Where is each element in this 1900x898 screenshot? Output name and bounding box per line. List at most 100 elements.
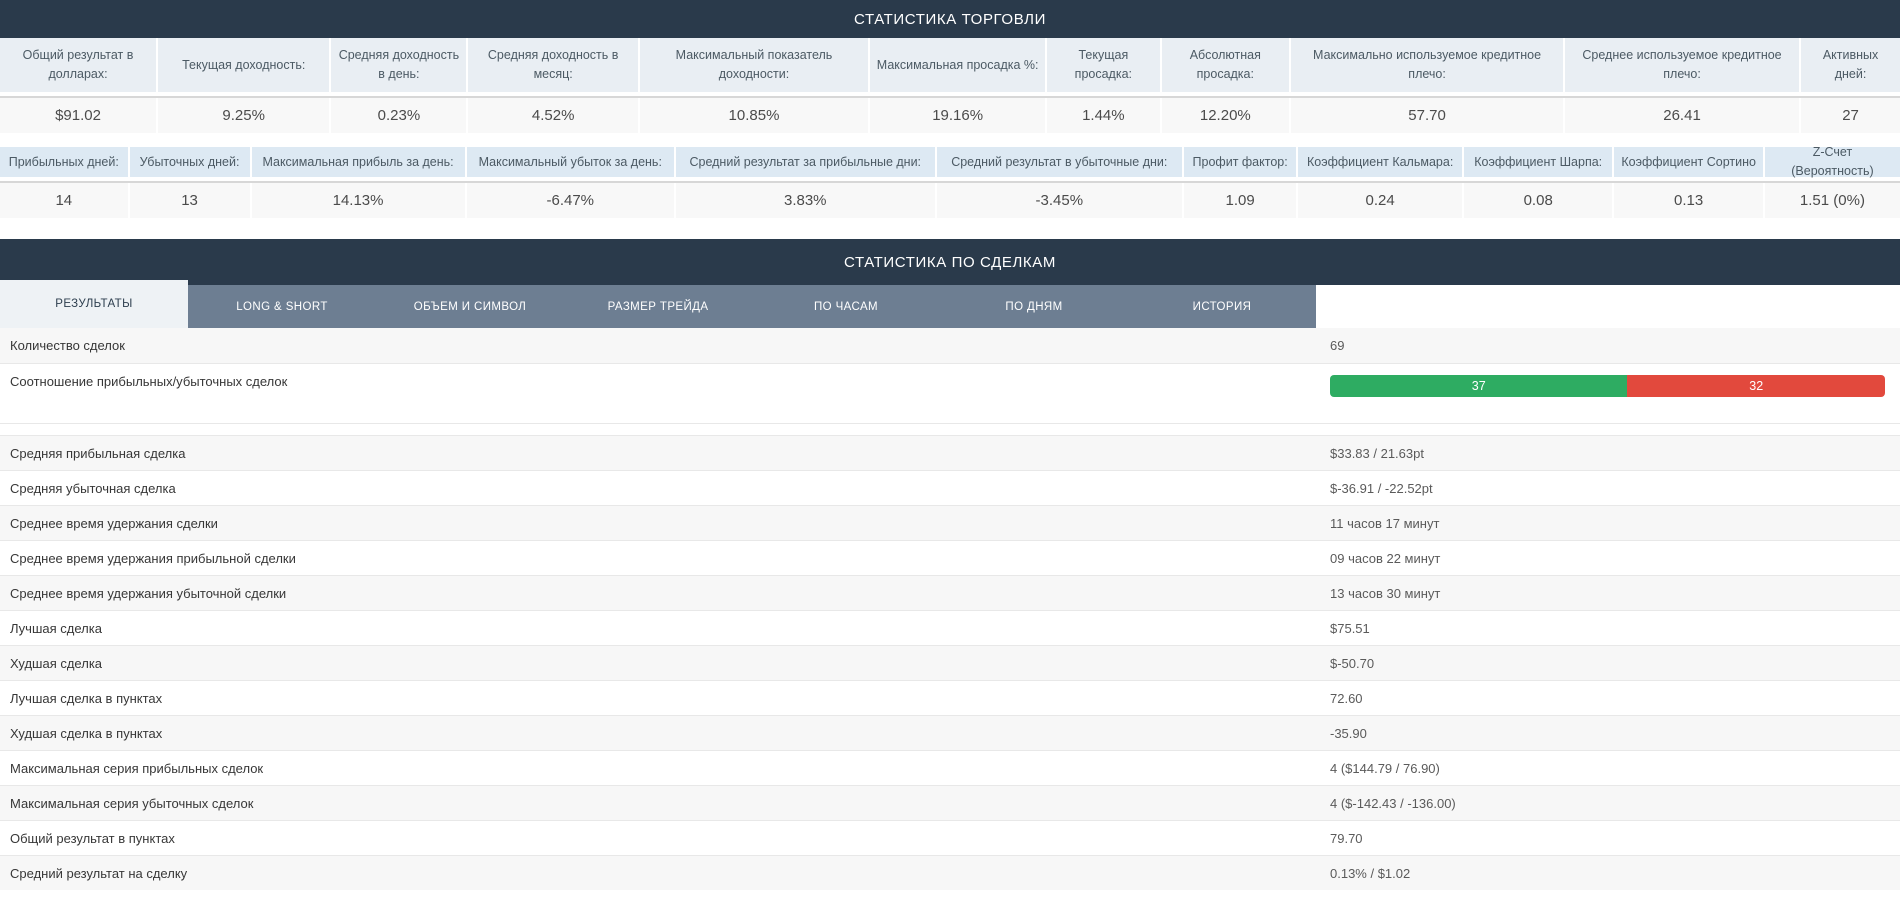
row-value: 79.70 xyxy=(1330,821,1900,855)
row-value: 09 часов 22 минут xyxy=(1330,541,1900,575)
stat-value-r1-1: 9.25% xyxy=(158,98,329,133)
table-row: Соотношение прибыльных/убыточных сделок3… xyxy=(0,363,1900,423)
tab-размер-трейда[interactable]: РАЗМЕР ТРЕЙДА xyxy=(564,285,752,328)
row-label: Максимальная серия прибыльных сделок xyxy=(0,751,1330,785)
stat-label-r2-9: Коэффициент Сортино xyxy=(1614,147,1762,177)
stat-value-r2-5: -3.45% xyxy=(937,183,1182,218)
stat-value-r1-2: 0.23% xyxy=(331,98,466,133)
stat-label-r2-2: Максимальная прибыль за день: xyxy=(252,147,465,177)
tab-по-часам[interactable]: ПО ЧАСАМ xyxy=(752,285,940,328)
stat-label-r2-1: Убыточных дней: xyxy=(130,147,250,177)
trade-stats-table: Количество сделок69Соотношение прибыльны… xyxy=(0,328,1900,890)
stat-value-r1-10: 27 xyxy=(1801,98,1900,133)
stat-value-r2-0: 14 xyxy=(0,183,128,218)
table-row: Худшая сделка в пунктах-35.90 xyxy=(0,715,1900,750)
table-row: Общий результат в пунктах79.70 xyxy=(0,820,1900,855)
row-label: Средняя убыточная сделка xyxy=(0,471,1330,505)
table-spacer xyxy=(0,423,1900,435)
stat-value-r1-4: 10.85% xyxy=(640,98,868,133)
table-row: Среднее время удержания убыточной сделки… xyxy=(0,575,1900,610)
stat-value-r1-5: 19.16% xyxy=(870,98,1045,133)
stat-value-r2-10: 1.51 (0%) xyxy=(1765,183,1900,218)
row-value: $75.51 xyxy=(1330,611,1900,645)
table-row: Максимальная серия убыточных сделок4 ($-… xyxy=(0,785,1900,820)
row-label: Лучшая сделка xyxy=(0,611,1330,645)
tab-по-дням[interactable]: ПО ДНЯМ xyxy=(940,285,1128,328)
table-row: Количество сделок69 xyxy=(0,328,1900,363)
row-value: 13 часов 30 минут xyxy=(1330,576,1900,610)
row-label: Средняя прибыльная сделка xyxy=(0,436,1330,470)
stat-label-r1-0: Общий результат в долларах: xyxy=(0,38,156,92)
stat-label-r2-0: Прибыльных дней: xyxy=(0,147,128,177)
row-value: -35.90 xyxy=(1330,716,1900,750)
stat-value-r2-1: 13 xyxy=(130,183,250,218)
stat-label-r1-10: Активных дней: xyxy=(1801,38,1900,92)
stat-value-r1-9: 26.41 xyxy=(1565,98,1799,133)
section-header-trading-stats: СТАТИСТИКА ТОРГОВЛИ xyxy=(0,0,1900,38)
stat-label-r2-8: Коэффициент Шарпа: xyxy=(1464,147,1612,177)
table-row: Средний результат на сделку0.13% / $1.02 xyxy=(0,855,1900,890)
stat-value-r2-3: -6.47% xyxy=(467,183,674,218)
stat-value-row-1: $91.029.25%0.23%4.52%10.85%19.16%1.44%12… xyxy=(0,96,1900,133)
stat-strip-1: Общий результат в долларах:Текущая доход… xyxy=(0,38,1900,133)
spacer xyxy=(0,133,1900,147)
stat-label-r2-4: Средний результат за прибыльные дни: xyxy=(676,147,935,177)
stat-value-r1-0: $91.02 xyxy=(0,98,156,133)
tab-история[interactable]: ИСТОРИЯ xyxy=(1128,285,1316,328)
stat-value-r2-6: 1.09 xyxy=(1184,183,1296,218)
row-value: 72.60 xyxy=(1330,681,1900,715)
stat-value-r2-4: 3.83% xyxy=(676,183,935,218)
stat-value-r2-9: 0.13 xyxy=(1614,183,1762,218)
row-value: $33.83 / 21.63pt xyxy=(1330,436,1900,470)
row-value: 0.13% / $1.02 xyxy=(1330,856,1900,890)
row-label: Среднее время удержания сделки xyxy=(0,506,1330,540)
row-label: Средний результат на сделку xyxy=(0,856,1330,890)
stat-value-r2-2: 14.13% xyxy=(252,183,465,218)
row-label: Лучшая сделка в пунктах xyxy=(0,681,1330,715)
table-row: Худшая сделка$-50.70 xyxy=(0,645,1900,680)
stat-label-r1-8: Максимально используемое кредитное плечо… xyxy=(1291,38,1563,92)
stat-value-r1-6: 1.44% xyxy=(1047,98,1159,133)
stat-label-r1-3: Средняя доходность в месяц: xyxy=(468,38,637,92)
row-value: $-36.91 / -22.52pt xyxy=(1330,471,1900,505)
stat-label-r1-4: Максимальный показатель доходности: xyxy=(640,38,868,92)
row-value: 4 ($-142.43 / -136.00) xyxy=(1330,786,1900,820)
win-segment: 37 xyxy=(1330,375,1627,397)
row-value: $-50.70 xyxy=(1330,646,1900,680)
tab-результаты[interactable]: РЕЗУЛЬТАТЫ xyxy=(0,280,188,328)
tab-long-short[interactable]: LONG & SHORT xyxy=(188,285,376,328)
table-row: Максимальная серия прибыльных сделок4 ($… xyxy=(0,750,1900,785)
row-label: Худшая сделка в пунктах xyxy=(0,716,1330,750)
stat-label-r2-6: Профит фактор: xyxy=(1184,147,1296,177)
row-label: Среднее время удержания убыточной сделки xyxy=(0,576,1330,610)
row-value: 3732 xyxy=(1330,364,1900,424)
row-value: 69 xyxy=(1330,328,1900,363)
section-title: СТАТИСТИКА ПО СДЕЛКАМ xyxy=(844,254,1056,271)
stat-strip-2: Прибыльных дней:Убыточных дней:Максималь… xyxy=(0,147,1900,218)
stat-label-r2-3: Максимальный убыток за день: xyxy=(467,147,674,177)
stat-value-r2-7: 0.24 xyxy=(1298,183,1462,218)
row-label: Среднее время удержания прибыльной сделк… xyxy=(0,541,1330,575)
stat-label-r2-10: Z-Счет (Вероятность) xyxy=(1765,147,1900,177)
stat-label-r1-2: Средняя доходность в день: xyxy=(331,38,466,92)
trade-stats-tabbar: РЕЗУЛЬТАТЫLONG & SHORTОБЪЕМ И СИМВОЛРАЗМ… xyxy=(0,285,1316,328)
stat-value-r1-8: 57.70 xyxy=(1291,98,1563,133)
stat-label-r1-5: Максимальная просадка %: xyxy=(870,38,1045,92)
section-header-trade-stats: СТАТИСТИКА ПО СДЕЛКАМ xyxy=(0,239,1900,285)
row-value: 4 ($144.79 / 76.90) xyxy=(1330,751,1900,785)
stat-header-row-2: Прибыльных дней:Убыточных дней:Максималь… xyxy=(0,147,1900,177)
stat-value-r2-8: 0.08 xyxy=(1464,183,1612,218)
table-row: Лучшая сделка в пунктах72.60 xyxy=(0,680,1900,715)
section-title: СТАТИСТИКА ТОРГОВЛИ xyxy=(854,11,1046,28)
stat-label-r2-5: Средний результат в убыточные дни: xyxy=(937,147,1182,177)
row-label: Соотношение прибыльных/убыточных сделок xyxy=(0,364,1330,399)
win-loss-ratio-bar: 3732 xyxy=(1330,375,1885,397)
stat-value-row-2: 141314.13%-6.47%3.83%-3.45%1.090.240.080… xyxy=(0,181,1900,218)
row-label: Максимальная серия убыточных сделок xyxy=(0,786,1330,820)
spacer xyxy=(0,218,1900,239)
table-row: Среднее время удержания прибыльной сделк… xyxy=(0,540,1900,575)
tab-объем-и-символ[interactable]: ОБЪЕМ И СИМВОЛ xyxy=(376,285,564,328)
table-row: Лучшая сделка$75.51 xyxy=(0,610,1900,645)
row-value: 11 часов 17 минут xyxy=(1330,506,1900,540)
stat-label-r1-9: Среднее используемое кредитное плечо: xyxy=(1565,38,1799,92)
